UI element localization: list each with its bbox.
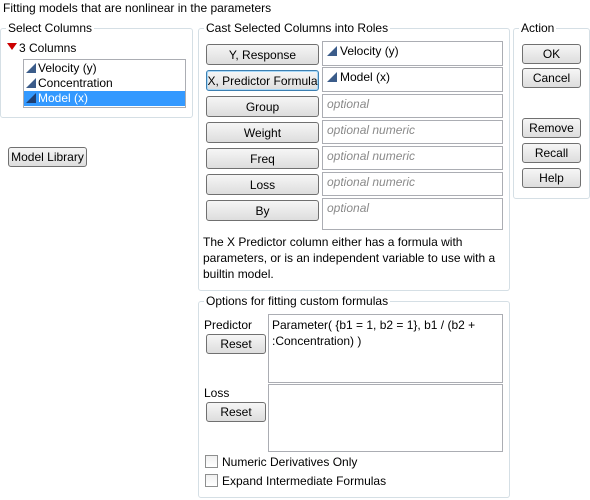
cast-roles-title: Cast Selected Columns into Roles bbox=[204, 21, 391, 35]
column-item-model[interactable]: Model (x) bbox=[24, 91, 185, 106]
continuous-column-icon bbox=[26, 78, 36, 88]
column-item-velocity[interactable]: Velocity (y) bbox=[24, 61, 185, 76]
continuous-column-icon bbox=[26, 93, 36, 103]
loss-reset-button[interactable]: Reset bbox=[206, 402, 266, 422]
cancel-button[interactable]: Cancel bbox=[522, 68, 581, 88]
freq-button[interactable]: Freq bbox=[206, 148, 319, 169]
loss-label: Loss bbox=[204, 386, 230, 400]
loss-field[interactable]: optional numeric bbox=[322, 172, 503, 196]
numeric-derivatives-label: Numeric Derivatives Only bbox=[222, 455, 358, 469]
predictor-reset-button[interactable]: Reset bbox=[206, 334, 266, 354]
red-triangle-menu-icon[interactable] bbox=[7, 43, 17, 50]
x-predictor-formula-button[interactable]: X, Predictor Formula bbox=[206, 70, 319, 91]
by-button[interactable]: By bbox=[206, 200, 319, 221]
expand-formulas-label: Expand Intermediate Formulas bbox=[222, 474, 387, 488]
columns-count-label: 3 Columns bbox=[19, 41, 77, 55]
action-title: Action bbox=[519, 21, 557, 35]
numeric-derivatives-checkbox[interactable] bbox=[205, 455, 218, 468]
column-item-concentration[interactable]: Concentration bbox=[24, 76, 185, 91]
ok-button[interactable]: OK bbox=[522, 44, 581, 64]
y-response-button[interactable]: Y, Response bbox=[206, 44, 319, 65]
predictor-formula-box[interactable]: Parameter( {b1 = 1, b2 = 1}, b1 / (b2 + … bbox=[268, 314, 503, 383]
loss-button[interactable]: Loss bbox=[206, 174, 319, 195]
group-field[interactable]: optional bbox=[322, 94, 503, 118]
continuous-column-icon bbox=[327, 72, 337, 82]
weight-field[interactable]: optional numeric bbox=[322, 120, 503, 144]
loss-formula-box[interactable] bbox=[268, 384, 503, 452]
predictor-description: The X Predictor column either has a form… bbox=[203, 235, 496, 281]
remove-button[interactable]: Remove bbox=[522, 118, 581, 138]
weight-button[interactable]: Weight bbox=[206, 122, 319, 143]
recall-button[interactable]: Recall bbox=[522, 143, 581, 163]
help-button[interactable]: Help bbox=[522, 168, 581, 188]
model-library-button[interactable]: Model Library bbox=[8, 147, 87, 167]
columns-list[interactable]: Velocity (y) Concentration Model (x) bbox=[23, 59, 186, 108]
y-response-field[interactable]: Velocity (y) bbox=[322, 41, 503, 66]
dialog-title: Fitting models that are nonlinear in the… bbox=[3, 1, 272, 15]
group-button[interactable]: Group bbox=[206, 96, 319, 117]
expand-formulas-checkbox[interactable] bbox=[205, 474, 218, 487]
x-predictor-field[interactable]: Model (x) bbox=[322, 67, 503, 92]
freq-field[interactable]: optional numeric bbox=[322, 146, 503, 170]
continuous-column-icon bbox=[327, 46, 337, 56]
by-field[interactable]: optional bbox=[322, 198, 503, 230]
continuous-column-icon bbox=[26, 63, 36, 73]
select-columns-title: Select Columns bbox=[6, 21, 95, 35]
predictor-label: Predictor bbox=[204, 318, 253, 332]
options-title: Options for fitting custom formulas bbox=[204, 294, 391, 308]
select-columns-group: Select Columns 3 Columns Velocity (y) Co… bbox=[0, 21, 193, 118]
columns-count-row[interactable]: 3 Columns bbox=[7, 41, 76, 55]
